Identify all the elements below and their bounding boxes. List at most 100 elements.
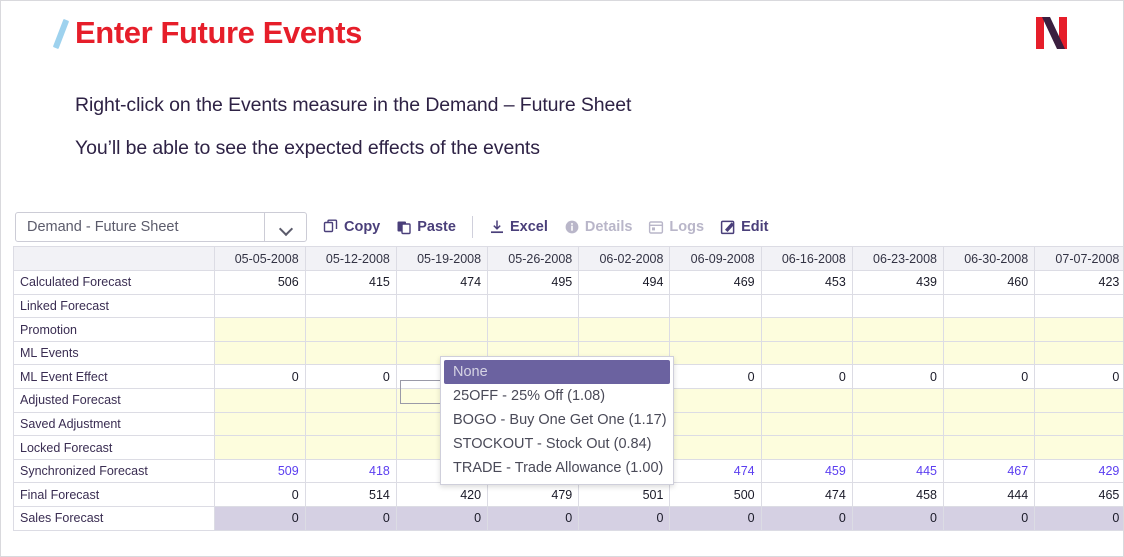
- grid-cell[interactable]: 0: [305, 506, 397, 531]
- grid-cell[interactable]: 429: [1034, 459, 1123, 484]
- grid-cell[interactable]: [761, 317, 853, 342]
- grid-cell[interactable]: 445: [852, 459, 945, 484]
- grid-cell[interactable]: [761, 412, 853, 437]
- dropdown-item[interactable]: 25OFF - 25% Off (1.08): [444, 384, 670, 408]
- grid-cell[interactable]: 458: [852, 482, 945, 508]
- grid-cell[interactable]: [214, 341, 306, 366]
- grid-cell[interactable]: [305, 388, 397, 413]
- grid-cell[interactable]: [852, 341, 945, 366]
- grid-cell[interactable]: [305, 435, 397, 460]
- excel-button[interactable]: Excel: [489, 219, 548, 235]
- sheet-selector[interactable]: Demand - Future Sheet: [15, 212, 307, 242]
- grid-cell[interactable]: 0: [214, 482, 306, 508]
- grid-cell[interactable]: [852, 388, 945, 413]
- dropdown-item[interactable]: BOGO - Buy One Get One (1.17): [444, 408, 670, 432]
- grid-cell[interactable]: [943, 341, 1036, 366]
- edit-button[interactable]: Edit: [720, 219, 768, 235]
- grid-cell[interactable]: 495: [487, 270, 580, 295]
- grid-cell[interactable]: [305, 317, 397, 342]
- grid-cell[interactable]: 0: [943, 506, 1036, 531]
- grid-cell[interactable]: 460: [943, 270, 1036, 295]
- grid-cell[interactable]: [305, 412, 397, 437]
- grid-cell[interactable]: 439: [852, 270, 945, 295]
- grid-cell[interactable]: 459: [761, 459, 853, 484]
- grid-cell[interactable]: [943, 294, 1036, 319]
- grid-cell[interactable]: [943, 412, 1036, 437]
- grid-cell[interactable]: 474: [669, 459, 762, 484]
- dropdown-item[interactable]: STOCKOUT - Stock Out (0.84): [444, 432, 670, 456]
- grid-cell[interactable]: 0: [852, 364, 945, 390]
- paste-button[interactable]: Paste: [396, 219, 456, 235]
- grid-cell[interactable]: [669, 294, 762, 319]
- grid-cell[interactable]: [578, 294, 671, 319]
- grid-cell[interactable]: [487, 294, 580, 319]
- grid-cell[interactable]: 0: [214, 364, 306, 390]
- grid-cell[interactable]: 474: [761, 482, 853, 508]
- grid-cell[interactable]: 0: [487, 506, 580, 531]
- grid-cell[interactable]: 467: [943, 459, 1036, 484]
- grid-cell[interactable]: [761, 435, 853, 460]
- grid-cell[interactable]: 420: [396, 482, 489, 508]
- grid-cell[interactable]: [1034, 388, 1123, 413]
- grid-cell[interactable]: 453: [761, 270, 853, 295]
- grid-cell[interactable]: [761, 388, 853, 413]
- grid-cell[interactable]: [943, 317, 1036, 342]
- grid-cell[interactable]: 444: [943, 482, 1036, 508]
- grid-cell[interactable]: [852, 294, 945, 319]
- grid-cell[interactable]: [1034, 294, 1123, 319]
- grid-cell[interactable]: [214, 317, 306, 342]
- grid-cell[interactable]: 0: [1034, 364, 1123, 390]
- grid-cell[interactable]: [669, 435, 762, 460]
- grid-cell[interactable]: [669, 388, 762, 413]
- grid-cell[interactable]: [396, 317, 489, 342]
- grid-cell[interactable]: 0: [214, 506, 306, 531]
- grid-cell[interactable]: [578, 317, 671, 342]
- grid-cell[interactable]: 479: [487, 482, 580, 508]
- grid-cell[interactable]: [761, 294, 853, 319]
- grid-cell[interactable]: [214, 412, 306, 437]
- grid-cell[interactable]: [487, 317, 580, 342]
- events-dropdown-menu[interactable]: None 25OFF - 25% Off (1.08) BOGO - Buy One…: [440, 356, 674, 485]
- grid-cell[interactable]: 0: [943, 364, 1036, 390]
- grid-cell[interactable]: 0: [761, 506, 853, 531]
- grid-cell[interactable]: [943, 435, 1036, 460]
- grid-cell[interactable]: 514: [305, 482, 397, 508]
- grid-cell[interactable]: 509: [214, 459, 306, 484]
- grid-cell[interactable]: 469: [669, 270, 762, 295]
- grid-cell[interactable]: 0: [396, 506, 489, 531]
- grid-cell[interactable]: [396, 294, 489, 319]
- chevron-down-icon[interactable]: [264, 213, 306, 241]
- grid-cell[interactable]: 500: [669, 482, 762, 508]
- grid-cell[interactable]: [943, 388, 1036, 413]
- grid-cell[interactable]: [852, 412, 945, 437]
- grid-cell[interactable]: 0: [578, 506, 671, 531]
- dropdown-item[interactable]: TRADE - Trade Allowance (1.00): [444, 456, 670, 480]
- grid-cell[interactable]: [669, 412, 762, 437]
- grid-cell[interactable]: 474: [396, 270, 489, 295]
- dropdown-item[interactable]: None: [444, 360, 670, 384]
- grid-cell[interactable]: [669, 341, 762, 366]
- grid-cell[interactable]: [1034, 435, 1123, 460]
- details-button[interactable]: Details: [564, 219, 632, 235]
- grid-cell[interactable]: 0: [852, 506, 945, 531]
- grid-cell[interactable]: [214, 388, 306, 413]
- grid-cell[interactable]: [1034, 412, 1123, 437]
- copy-button[interactable]: Copy: [323, 219, 380, 235]
- grid-cell[interactable]: [305, 294, 397, 319]
- logs-button[interactable]: Logs: [648, 219, 704, 235]
- grid-cell[interactable]: 0: [305, 364, 397, 390]
- grid-cell[interactable]: 494: [578, 270, 671, 295]
- grid-cell[interactable]: 0: [761, 364, 853, 390]
- grid-cell[interactable]: [761, 341, 853, 366]
- grid-cell[interactable]: 418: [305, 459, 397, 484]
- grid-cell[interactable]: 0: [1034, 506, 1123, 531]
- grid-cell[interactable]: 465: [1034, 482, 1123, 508]
- grid-cell[interactable]: 0: [669, 506, 762, 531]
- grid-cell[interactable]: 501: [578, 482, 671, 508]
- grid-cell[interactable]: 423: [1034, 270, 1123, 295]
- grid-cell[interactable]: [214, 435, 306, 460]
- grid-cell[interactable]: 415: [305, 270, 397, 295]
- grid-cell[interactable]: 506: [214, 270, 306, 295]
- grid-cell[interactable]: [1034, 341, 1123, 366]
- grid-cell[interactable]: [669, 317, 762, 342]
